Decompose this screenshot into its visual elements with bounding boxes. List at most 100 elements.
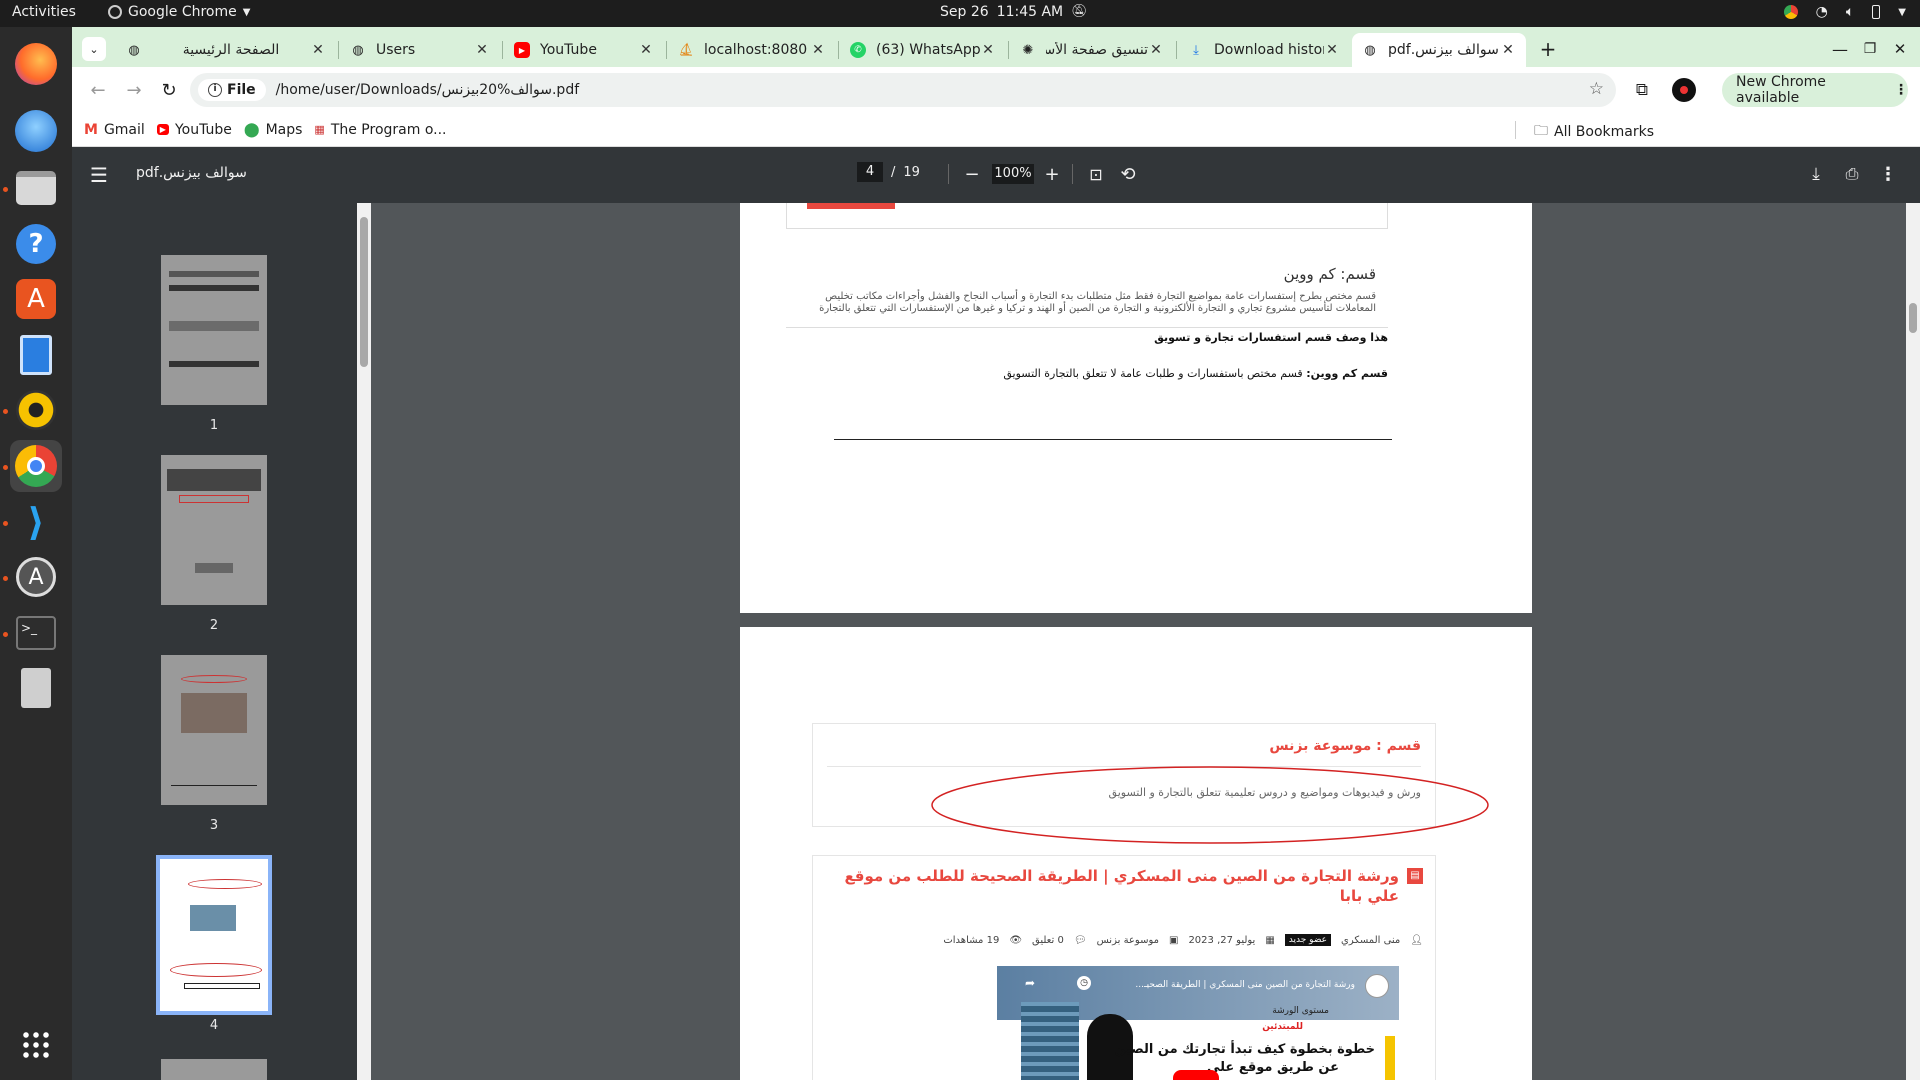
close-icon[interactable]: ✕ (1324, 42, 1340, 58)
tab-localhost[interactable]: ⛵︎ localhost:8080 / loc ✕ (668, 33, 836, 67)
close-icon[interactable]: ✕ (810, 42, 826, 58)
page-number-input[interactable]: 4 (857, 162, 883, 182)
new-tab-button[interactable]: + (1534, 35, 1562, 63)
files-icon (16, 171, 56, 205)
clock-time: 11:45 AM (996, 4, 1064, 20)
sidebar-scroll-thumb[interactable] (360, 217, 368, 367)
chrome-update-button[interactable]: New Chrome available ⋮ (1722, 73, 1908, 107)
tab-users[interactable]: ◍ Users ✕ (340, 33, 500, 67)
help-launcher[interactable]: ? (10, 218, 62, 270)
close-icon[interactable]: ✕ (474, 42, 490, 58)
rotate-button[interactable]: ⟲ (1116, 162, 1140, 186)
page-thumbnail[interactable] (161, 655, 267, 805)
zoom-in-button[interactable]: + (1040, 162, 1064, 186)
site-info-chip[interactable]: i File (198, 79, 266, 101)
meta-category: موسوعة بزنس (1096, 934, 1159, 946)
globe-icon: ◍ (128, 42, 140, 58)
archive-launcher[interactable] (10, 662, 62, 714)
system-tray[interactable]: ◔ 🔈︎ ▼ (1783, 4, 1906, 20)
thunderbird-launcher[interactable] (10, 105, 62, 157)
video-thumbnail[interactable]: ورشة التجارة من الصين منى المسكري | الطر… (997, 966, 1399, 1080)
thumb-line (171, 785, 257, 786)
reload-button[interactable]: ↻ (155, 76, 183, 104)
share-icon: ➦ (1025, 976, 1036, 990)
vscode-launcher[interactable]: ⟩ (10, 496, 62, 548)
clock[interactable]: Sep 26 11:45 AM 🔕︎ (940, 4, 1088, 20)
more-actions-button[interactable]: ⋮ (1876, 162, 1900, 186)
close-icon[interactable]: ✕ (310, 42, 326, 58)
tab-whatsapp[interactable]: ✆ (63) WhatsApp ✕ (840, 33, 1006, 67)
bookmark-maps[interactable]: ⬤ Maps (244, 122, 303, 138)
sidebar-toggle-button[interactable]: ☰ (72, 161, 108, 189)
youtube-play-button[interactable]: ▶ (1173, 1070, 1219, 1080)
address-bar[interactable]: i File /home/user/Downloads/سوالف%20بيزن… (190, 73, 1616, 107)
tab-home[interactable]: ◍ الصفحة الرئيسية ✕ (116, 33, 336, 67)
download-button[interactable]: ⤓ (1804, 162, 1828, 186)
writer-icon (20, 335, 52, 375)
writer-launcher[interactable] (10, 329, 62, 381)
red-button-fragment (807, 203, 895, 209)
bookmark-program[interactable]: ▦ The Program o... (314, 122, 446, 138)
fit-page-button[interactable]: ⊡ (1084, 162, 1108, 186)
note-line: هذا وصف قسم استفسارات تجارة و تسويق (1154, 331, 1388, 344)
close-icon[interactable]: ✕ (638, 42, 654, 58)
zoom-input[interactable]: 100% (992, 164, 1034, 184)
running-indicator (3, 632, 8, 637)
video-level-label: مستوى الورشة (1272, 1006, 1329, 1016)
chrome-launcher[interactable] (10, 440, 62, 492)
maximize-button[interactable]: ❐ (1856, 35, 1884, 63)
tab-youtube[interactable]: ▶ YouTube ✕ (504, 33, 664, 67)
close-icon[interactable]: ✕ (980, 42, 996, 58)
note-line: قسم كم ووين: قسم مختص باستفسارات و طلبات… (1003, 367, 1388, 380)
tab-title: Download history (1214, 42, 1324, 58)
sidebar-scrollbar[interactable] (357, 203, 371, 1080)
rhythmbox-launcher[interactable] (10, 384, 62, 436)
tab-download-history[interactable]: ⤓ Download history ✕ (1178, 33, 1350, 67)
terminal-launcher[interactable]: >_ (10, 607, 62, 659)
whatsapp-icon: ✆ (850, 42, 866, 58)
bookmark-youtube[interactable]: ▶ YouTube (156, 122, 232, 138)
tab-separator (1008, 41, 1009, 59)
tab-search-button[interactable]: ⌄ (82, 37, 106, 61)
browser-toolbar: ← → ↻ i File /home/user/Downloads/سوالف%… (72, 67, 1920, 113)
files-launcher[interactable] (10, 162, 62, 214)
post-title[interactable]: ورشة التجارة من الصين منى المسكري | الطر… (819, 866, 1399, 906)
url-text[interactable]: /home/user/Downloads/سوالف%20بيزنس.pdf (276, 82, 579, 98)
print-button[interactable]: ⎙ (1840, 162, 1864, 186)
forward-button[interactable]: → (120, 76, 148, 104)
software-updater-launcher[interactable]: A (10, 551, 62, 603)
rhythmbox-icon (16, 390, 56, 430)
viewer-scroll-thumb[interactable] (1909, 303, 1917, 333)
page-thumbnail[interactable] (161, 1059, 267, 1080)
tab-pdf-active[interactable]: ◍ سوالف بيزنس.pdf ✕ (1352, 33, 1526, 67)
app-center-launcher[interactable]: A (10, 273, 62, 325)
all-bookmarks-button[interactable]: 🗀 All Bookmarks (1534, 120, 1654, 144)
pdf-viewer[interactable]: قسم: كم ووين قسم مختص بطرح إستفسارات عام… (371, 203, 1906, 1080)
note-label: قسم كم ووين: (1306, 367, 1388, 380)
app-menu[interactable]: Google Chrome ▼ (108, 4, 250, 20)
bookmark-gmail[interactable]: M Gmail (84, 122, 145, 138)
tab-separator (338, 41, 339, 59)
extensions-button[interactable]: ⧉ (1628, 76, 1656, 104)
close-icon[interactable]: ✕ (1500, 42, 1516, 58)
puzzle-icon: ⧉ (1635, 80, 1649, 100)
viewer-scrollbar[interactable] (1906, 203, 1920, 1080)
show-apps-button[interactable] (10, 1019, 62, 1071)
profile-avatar[interactable] (1672, 78, 1696, 102)
tab-chatgpt[interactable]: ✺ تنسيق صفحة الأسئلة ✕ (1010, 33, 1174, 67)
page-thumbnail[interactable] (161, 455, 267, 605)
software-updater-icon: A (16, 557, 56, 597)
page-thumbnail-selected[interactable] (156, 855, 272, 1015)
tab-title: تنسيق صفحة الأسئلة (1046, 42, 1148, 58)
bookmark-star-icon[interactable]: ☆ (1589, 79, 1604, 99)
minimize-button[interactable]: — (1826, 35, 1854, 63)
chrome-tray-icon[interactable] (1783, 5, 1798, 19)
zoom-out-button[interactable]: − (960, 162, 984, 186)
activities-button[interactable]: Activities (12, 4, 76, 20)
back-button[interactable]: ← (84, 76, 112, 104)
page-thumbnail[interactable] (161, 255, 267, 405)
firefox-launcher[interactable] (10, 38, 62, 90)
close-window-button[interactable]: ✕ (1886, 35, 1914, 63)
thumbnail-label: 4 (209, 1018, 219, 1033)
close-icon[interactable]: ✕ (1148, 42, 1164, 58)
